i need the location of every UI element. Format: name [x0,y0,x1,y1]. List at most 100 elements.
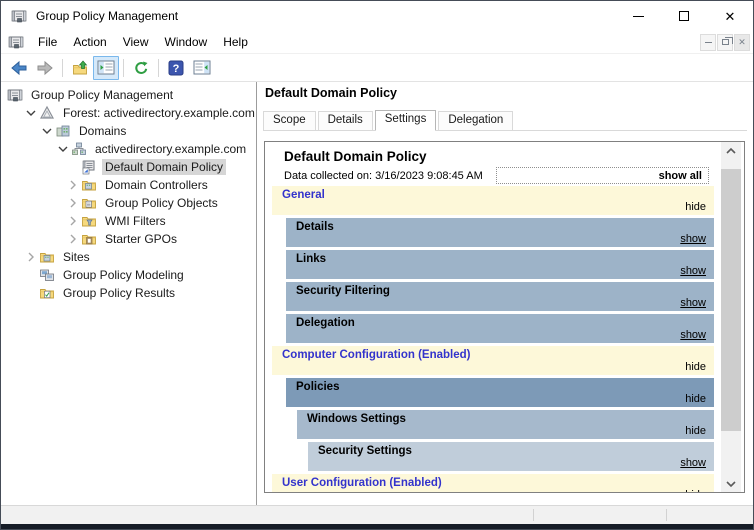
tree-item-group-policy-modeling[interactable]: Group Policy Modeling [1,266,256,284]
report-scrollbar[interactable] [718,142,744,492]
tree-item-starter-gpos[interactable]: Starter GPOs [1,230,256,248]
section-title: Policies [296,381,340,393]
up-one-level-button[interactable] [67,56,93,80]
tab-scope[interactable]: Scope [263,111,316,130]
back-button[interactable] [6,56,32,80]
tree-item-group-policy-objects[interactable]: Group Policy Objects [1,194,256,212]
tab-settings[interactable]: Settings [374,110,437,131]
gpmc-app-icon [11,10,27,23]
refresh-icon [134,61,147,74]
tree-item-label: Group Policy Objects [105,196,218,210]
minimize-button[interactable] [615,1,661,31]
show-action-pane-button[interactable] [189,56,215,80]
show-link[interactable]: show [680,329,706,341]
tree-item-domain-controllers[interactable]: Domain Controllers [1,176,256,194]
folder-sites-icon [40,253,54,263]
scroll-down-button[interactable] [721,475,741,492]
details-pane: Default Domain Policy Scope Details Sett… [258,82,753,505]
chevron-up-icon [726,147,736,154]
hide-link[interactable]: hide [685,361,706,373]
show-link[interactable]: show [680,233,706,245]
refresh-button[interactable] [128,56,154,80]
tree-item-default-domain-policy[interactable]: Default Domain Policy [1,158,256,176]
mdi-close-icon: ✕ [738,36,746,47]
hide-link[interactable]: hide [685,489,706,492]
expander-collapsed-icon[interactable] [65,213,81,229]
close-icon: ✕ [724,8,736,24]
scroll-up-button[interactable] [721,142,741,159]
mdi-window-buttons: ✕ [700,33,750,51]
hide-link[interactable]: hide [685,201,706,213]
console-tree-pane: Group Policy Management Forest: activedi… [1,82,257,505]
forward-button[interactable] [32,56,58,80]
section-title: Details [296,221,334,233]
expander-collapsed-icon[interactable] [65,195,81,211]
status-separator [666,509,667,521]
show-link[interactable]: show [680,297,706,309]
section-title: General [282,189,325,201]
tree-item-wmi-filters[interactable]: WMI Filters [1,212,256,230]
minimize-icon [632,15,644,17]
expander-collapsed-icon[interactable] [65,231,81,247]
expander-expanded-icon[interactable] [39,123,55,139]
tree-item-sites[interactable]: Sites [1,248,256,266]
tab-details[interactable]: Details [317,111,373,130]
expander-collapsed-icon[interactable] [65,177,81,193]
tree-item-label: Forest: activedirectory.example.com [63,106,255,120]
expander-expanded-icon[interactable] [23,105,39,121]
mdi-minimize-button[interactable] [700,33,716,51]
expander-collapsed-icon[interactable] [23,249,39,265]
folder-starter-icon [82,235,96,245]
menu-file[interactable]: File [30,32,65,52]
menu-bar: File Action View Window Help ✕ [1,31,753,54]
tree-item-label: Sites [63,250,90,264]
tab-strip: Scope Details Settings Delegation [263,110,747,131]
close-button[interactable]: ✕ [707,1,753,31]
maximize-button[interactable] [661,1,707,31]
section-title: Computer Configuration (Enabled) [282,349,471,361]
show-console-tree-button[interactable] [93,55,119,80]
help-button[interactable]: ? [163,56,189,80]
main-area: Group Policy Management Forest: activedi… [1,82,753,505]
chevron-down-icon [726,480,736,487]
data-collected-text: Data collected on: 3/16/2023 9:08:45 AM [284,169,483,182]
tree-item-label: Domains [79,124,127,138]
show-link[interactable]: show [680,457,706,469]
toolbar-separator [123,58,124,77]
menu-view[interactable]: View [115,32,157,52]
section-computer-configuration: Computer Configuration (Enabled) hide [272,346,714,375]
section-details: Details show [286,218,714,247]
report-sections: General hide Details show Links show Sec… [265,186,718,492]
section-security-filtering: Security Filtering show [286,282,714,311]
menu-action[interactable]: Action [65,32,114,52]
maximize-icon [679,11,689,21]
mdi-minimize-icon [704,41,712,43]
show-all-button[interactable]: show all [496,167,709,184]
scrollbar-thumb[interactable] [721,169,741,431]
app-window: Group Policy Management ✕ File Action Vi… [0,0,754,530]
show-all-label: show all [658,169,702,182]
menu-window[interactable]: Window [157,32,216,52]
tree-item-gpmc-root[interactable]: Group Policy Management [1,86,256,104]
tree-item-group-policy-results[interactable]: Group Policy Results [1,284,256,302]
tree-item-forest[interactable]: Forest: activedirectory.example.com [1,104,256,122]
tab-delegation[interactable]: Delegation [438,111,514,130]
settings-report-frame: Default Domain Policy Data collected on:… [264,141,745,493]
tree-item-domains[interactable]: Domains [1,122,256,140]
up-one-level-icon [73,59,88,74]
hide-link[interactable]: hide [685,425,706,437]
title-bar: Group Policy Management ✕ [1,1,753,31]
hide-link[interactable]: hide [685,393,706,405]
tree-item-domain[interactable]: activedirectory.example.com [1,140,256,158]
forward-arrow-icon [37,60,53,75]
domains-icon [56,125,70,137]
show-link[interactable]: show [680,265,706,277]
expander-expanded-icon[interactable] [55,141,71,157]
section-user-configuration: User Configuration (Enabled) hide [272,474,714,492]
menu-help[interactable]: Help [215,32,256,52]
mdi-restore-button[interactable] [717,33,733,51]
mdi-close-button[interactable]: ✕ [734,33,750,51]
